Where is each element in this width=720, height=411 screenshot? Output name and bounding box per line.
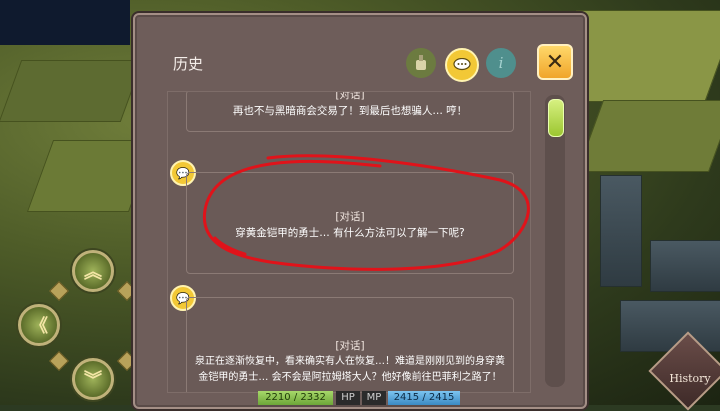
close-button[interactable]: ✕ <box>537 44 573 80</box>
entry-tag: [对话] <box>335 91 365 101</box>
grass-tile <box>576 100 720 172</box>
scrollbar-track[interactable] <box>545 95 565 387</box>
info-icon[interactable]: i <box>486 48 516 78</box>
move-down-button[interactable]: ︾ <box>72 358 114 400</box>
chat-icon-glyph <box>453 58 471 71</box>
list-item: [对话] 泉正在逐渐恢复中，看来确实有人在恢复…！难道是刚刚见到的身穿黄 金铠甲… <box>186 297 514 392</box>
history-list[interactable]: [对话] 再也不与黑暗商会交易了！到最后也想骗人… 哼！ 💬 [对话] 穿黄金铠… <box>167 91 531 393</box>
grass-tile <box>0 60 144 122</box>
night-sky <box>0 0 130 45</box>
history-button-label: History <box>669 372 711 385</box>
entry-tag: [对话] <box>335 211 365 223</box>
chat-icon[interactable] <box>445 48 479 82</box>
move-left-button[interactable]: 《 <box>18 304 60 346</box>
stone-block <box>650 240 720 292</box>
scrollbar-thumb[interactable] <box>548 99 564 137</box>
stone-block <box>620 300 720 352</box>
entry-text: 再也不与黑暗商会交易了！到最后也想骗人… 哼！ <box>232 105 468 117</box>
bag-icon[interactable] <box>406 48 436 78</box>
stone-pillar <box>600 175 642 287</box>
entry-text-line2: 金铠甲的勇士… 会不会是阿拉姆塔大人？他好像前往巴菲利之路了！ <box>198 372 502 383</box>
panel-title: 历史 <box>173 55 204 73</box>
bag-icon-glyph <box>416 55 426 70</box>
hp-value: 2210 / 2332 <box>258 391 333 405</box>
move-up-button[interactable]: ︽ <box>72 250 114 292</box>
entry-tag: [对话] <box>335 340 365 352</box>
mp-label: MP <box>362 391 386 405</box>
list-item: [对话] 再也不与黑暗商会交易了！到最后也想骗人… 哼！ <box>186 91 514 132</box>
info-icon-glyph: i <box>498 54 504 72</box>
mp-value: 2415 / 2415 <box>388 391 460 405</box>
entry-text-line1: 泉正在逐渐恢复中，看来确实有人在恢复…！难道是刚刚见到的身穿黄 <box>195 356 505 367</box>
close-icon: ✕ <box>545 49 565 75</box>
history-panel: 历史 i ✕ [对话] 再也不与黑暗商会交易了！到最后也想骗人… 哼！ 💬 [对… <box>133 13 587 409</box>
entry-text: 穿黄金铠甲的勇士… 有什么方法可以了解一下呢? <box>235 227 465 239</box>
hp-label: HP <box>336 391 360 405</box>
list-item: [对话] 穿黄金铠甲的勇士… 有什么方法可以了解一下呢? <box>186 172 514 274</box>
